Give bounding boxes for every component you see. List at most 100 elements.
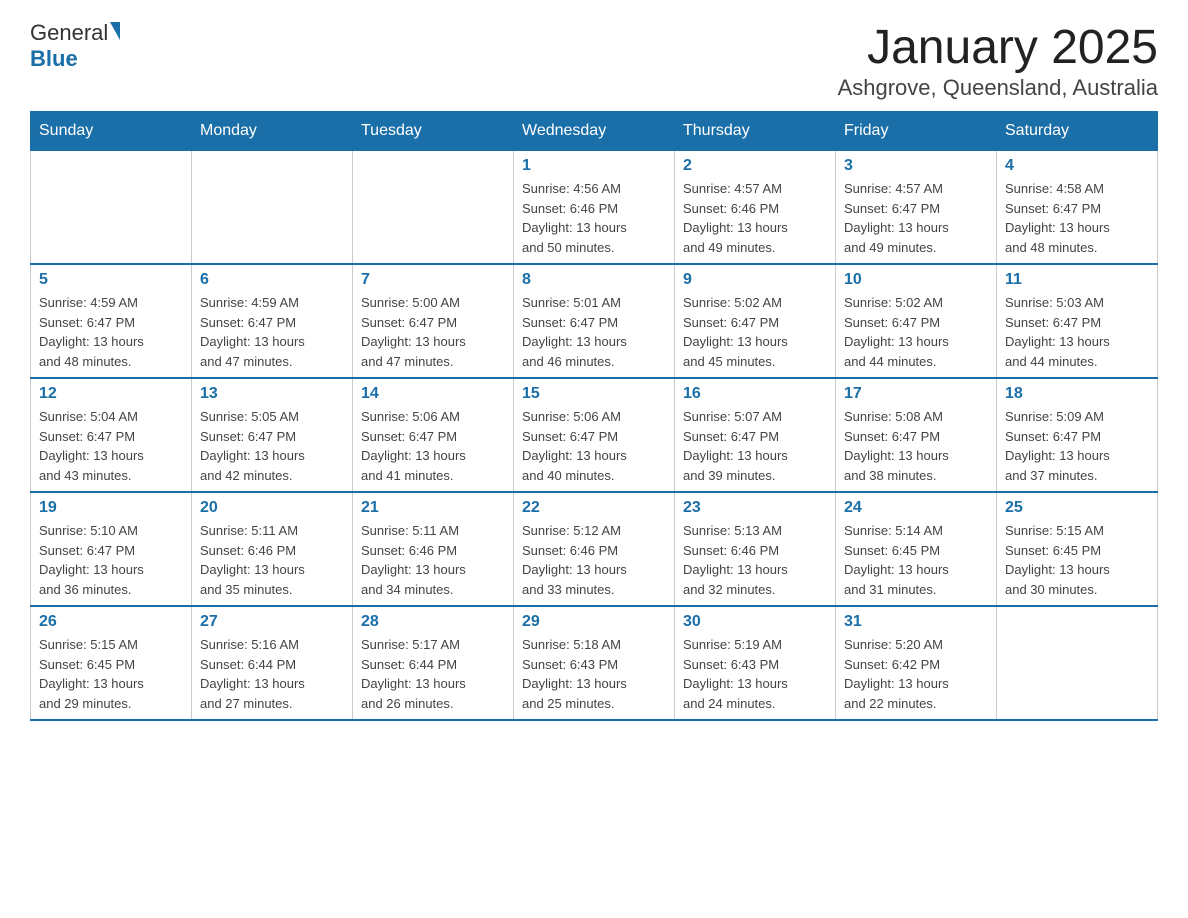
calendar-cell: 17 Sunrise: 5:08 AMSunset: 6:47 PMDayligh… (836, 378, 997, 492)
calendar-header-row: SundayMondayTuesdayWednesdayThursdayFrid… (31, 112, 1158, 151)
day-info: Sunrise: 5:17 AMSunset: 6:44 PMDaylight:… (361, 635, 505, 713)
day-info: Sunrise: 5:13 AMSunset: 6:46 PMDaylight:… (683, 521, 827, 599)
calendar-cell: 16Sunrise: 5:07 AMSunset: 6:47 PMDayligh… (675, 378, 836, 492)
calendar-cell: 23Sunrise: 5:13 AMSunset: 6:46 PMDayligh… (675, 492, 836, 606)
day-info: Sunrise: 4:57 AMSunset: 6:46 PMDaylight:… (683, 179, 827, 257)
day-info: Sunrise: 5:06 AMSunset: 6:47 PMDaylight:… (522, 407, 666, 485)
calendar-cell (997, 606, 1158, 720)
calendar-cell: 14 Sunrise: 5:06 AMSunset: 6:47 PMDayligh… (353, 378, 514, 492)
calendar-cell: 20 Sunrise: 5:11 AMSunset: 6:46 PMDayligh… (192, 492, 353, 606)
day-header-saturday: Saturday (997, 112, 1158, 151)
day-info: Sunrise: 5:04 AMSunset: 6:47 PMDaylight:… (39, 407, 183, 485)
day-info: Sunrise: 5:02 AMSunset: 6:47 PMDaylight:… (844, 293, 988, 371)
day-info: Sunrise: 4:58 AMSunset: 6:47 PMDaylight:… (1005, 179, 1149, 257)
calendar-cell: 28Sunrise: 5:17 AMSunset: 6:44 PMDayligh… (353, 606, 514, 720)
day-number: 15 (522, 385, 666, 403)
calendar-title: January 2025 (838, 20, 1158, 75)
calendar-week-row: 19 Sunrise: 5:10 AMSunset: 6:47 PMDayligh… (31, 492, 1158, 606)
day-info: Sunrise: 5:01 AMSunset: 6:47 PMDaylight:… (522, 293, 666, 371)
calendar-cell: 31Sunrise: 5:20 AMSunset: 6:42 PMDayligh… (836, 606, 997, 720)
day-info: Sunrise: 5:00 AMSunset: 6:47 PMDaylight:… (361, 293, 505, 371)
calendar-cell (353, 151, 514, 265)
day-number: 6 (200, 271, 344, 289)
day-number: 30 (683, 613, 827, 631)
day-info: Sunrise: 5:08 AMSunset: 6:47 PMDaylight:… (844, 407, 988, 485)
day-number: 5 (39, 271, 183, 289)
day-number: 8 (522, 271, 666, 289)
logo-triangle-icon (110, 22, 120, 40)
calendar-week-row: 1 Sunrise: 4:56 AMSunset: 6:46 PMDaylight… (31, 151, 1158, 265)
day-info: Sunrise: 5:03 AMSunset: 6:47 PMDaylight:… (1005, 293, 1149, 371)
day-info: Sunrise: 5:07 AMSunset: 6:47 PMDaylight:… (683, 407, 827, 485)
day-info: Sunrise: 5:11 AMSunset: 6:46 PMDaylight:… (361, 521, 505, 599)
day-number: 14 (361, 385, 505, 403)
day-info: Sunrise: 5:06 AMSunset: 6:47 PMDaylight:… (361, 407, 505, 485)
calendar-week-row: 26 Sunrise: 5:15 AMSunset: 6:45 PMDayligh… (31, 606, 1158, 720)
day-number: 19 (39, 499, 183, 517)
calendar-cell: 25 Sunrise: 5:15 AMSunset: 6:45 PMDayligh… (997, 492, 1158, 606)
day-number: 2 (683, 157, 827, 175)
calendar-table: SundayMondayTuesdayWednesdayThursdayFrid… (30, 111, 1158, 721)
day-number: 4 (1005, 157, 1149, 175)
day-info: Sunrise: 5:16 AMSunset: 6:44 PMDaylight:… (200, 635, 344, 713)
day-info: Sunrise: 5:15 AMSunset: 6:45 PMDaylight:… (1005, 521, 1149, 599)
day-number: 17 (844, 385, 988, 403)
day-header-tuesday: Tuesday (353, 112, 514, 151)
day-number: 11 (1005, 271, 1149, 289)
day-header-sunday: Sunday (31, 112, 192, 151)
calendar-week-row: 5 Sunrise: 4:59 AMSunset: 6:47 PMDaylight… (31, 264, 1158, 378)
calendar-cell: 26 Sunrise: 5:15 AMSunset: 6:45 PMDayligh… (31, 606, 192, 720)
logo-general: General (30, 20, 108, 46)
day-header-friday: Friday (836, 112, 997, 151)
title-block: January 2025 Ashgrove, Queensland, Austr… (838, 20, 1158, 101)
day-info: Sunrise: 5:19 AMSunset: 6:43 PMDaylight:… (683, 635, 827, 713)
calendar-cell: 7 Sunrise: 5:00 AMSunset: 6:47 PMDaylight… (353, 264, 514, 378)
logo: General Blue (30, 20, 120, 72)
calendar-cell: 4 Sunrise: 4:58 AMSunset: 6:47 PMDaylight… (997, 151, 1158, 265)
day-info: Sunrise: 4:57 AMSunset: 6:47 PMDaylight:… (844, 179, 988, 257)
calendar-cell: 30 Sunrise: 5:19 AMSunset: 6:43 PMDayligh… (675, 606, 836, 720)
day-number: 20 (200, 499, 344, 517)
day-number: 22 (522, 499, 666, 517)
day-number: 21 (361, 499, 505, 517)
day-info: Sunrise: 5:11 AMSunset: 6:46 PMDaylight:… (200, 521, 344, 599)
logo-blue: Blue (30, 46, 78, 71)
day-info: Sunrise: 5:09 AMSunset: 6:47 PMDaylight:… (1005, 407, 1149, 485)
calendar-week-row: 12 Sunrise: 5:04 AMSunset: 6:47 PMDayligh… (31, 378, 1158, 492)
day-number: 26 (39, 613, 183, 631)
day-number: 25 (1005, 499, 1149, 517)
day-header-monday: Monday (192, 112, 353, 151)
calendar-cell: 24Sunrise: 5:14 AMSunset: 6:45 PMDayligh… (836, 492, 997, 606)
day-header-wednesday: Wednesday (514, 112, 675, 151)
calendar-cell: 21 Sunrise: 5:11 AMSunset: 6:46 PMDayligh… (353, 492, 514, 606)
calendar-cell: 9 Sunrise: 5:02 AMSunset: 6:47 PMDaylight… (675, 264, 836, 378)
calendar-cell: 11 Sunrise: 5:03 AMSunset: 6:47 PMDayligh… (997, 264, 1158, 378)
calendar-cell: 15 Sunrise: 5:06 AMSunset: 6:47 PMDayligh… (514, 378, 675, 492)
calendar-cell: 5Sunrise: 4:59 AMSunset: 6:47 PMDaylight… (31, 264, 192, 378)
day-info: Sunrise: 5:05 AMSunset: 6:47 PMDaylight:… (200, 407, 344, 485)
day-number: 18 (1005, 385, 1149, 403)
day-info: Sunrise: 4:59 AMSunset: 6:47 PMDaylight:… (200, 293, 344, 371)
day-number: 3 (844, 157, 988, 175)
day-number: 9 (683, 271, 827, 289)
day-info: Sunrise: 5:02 AMSunset: 6:47 PMDaylight:… (683, 293, 827, 371)
day-info: Sunrise: 5:10 AMSunset: 6:47 PMDaylight:… (39, 521, 183, 599)
day-number: 12 (39, 385, 183, 403)
day-number: 7 (361, 271, 505, 289)
calendar-cell: 18 Sunrise: 5:09 AMSunset: 6:47 PMDayligh… (997, 378, 1158, 492)
day-info: Sunrise: 4:56 AMSunset: 6:46 PMDaylight:… (522, 179, 666, 257)
calendar-cell: 10Sunrise: 5:02 AMSunset: 6:47 PMDayligh… (836, 264, 997, 378)
calendar-cell: 1 Sunrise: 4:56 AMSunset: 6:46 PMDaylight… (514, 151, 675, 265)
calendar-cell: 12 Sunrise: 5:04 AMSunset: 6:47 PMDayligh… (31, 378, 192, 492)
calendar-cell: 13Sunrise: 5:05 AMSunset: 6:47 PMDayligh… (192, 378, 353, 492)
day-info: Sunrise: 5:18 AMSunset: 6:43 PMDaylight:… (522, 635, 666, 713)
day-number: 1 (522, 157, 666, 175)
day-info: Sunrise: 5:12 AMSunset: 6:46 PMDaylight:… (522, 521, 666, 599)
day-number: 29 (522, 613, 666, 631)
calendar-subtitle: Ashgrove, Queensland, Australia (838, 75, 1158, 101)
day-number: 27 (200, 613, 344, 631)
day-info: Sunrise: 5:14 AMSunset: 6:45 PMDaylight:… (844, 521, 988, 599)
calendar-cell: 6 Sunrise: 4:59 AMSunset: 6:47 PMDaylight… (192, 264, 353, 378)
day-number: 31 (844, 613, 988, 631)
day-info: Sunrise: 5:15 AMSunset: 6:45 PMDaylight:… (39, 635, 183, 713)
